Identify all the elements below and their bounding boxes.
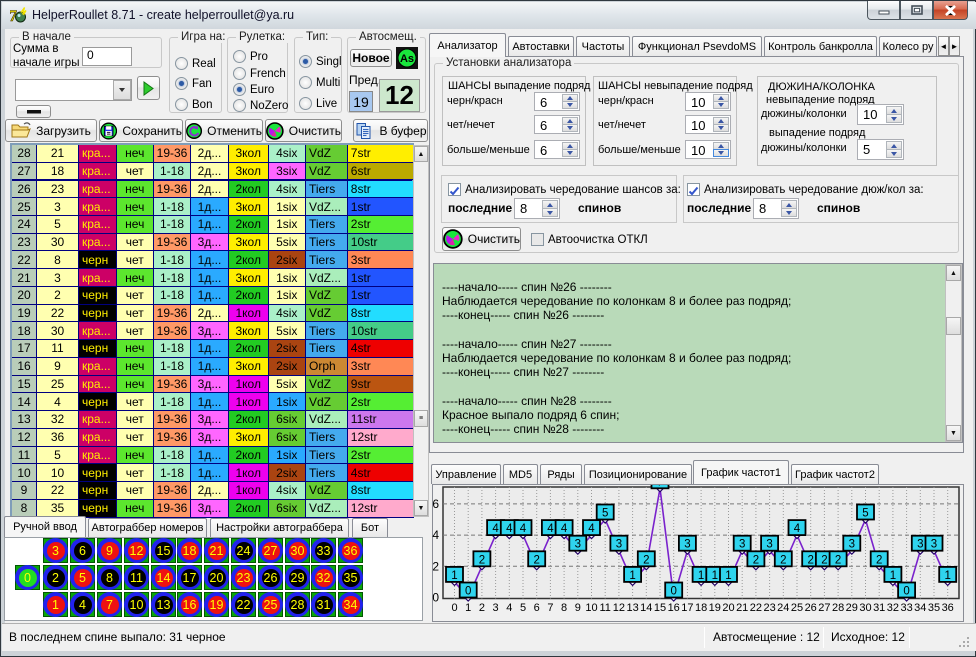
svg-text:3: 3 bbox=[616, 539, 622, 551]
svg-text:29: 29 bbox=[846, 602, 858, 614]
svg-text:6: 6 bbox=[432, 497, 439, 511]
svg-text:4: 4 bbox=[588, 523, 595, 535]
svg-text:23: 23 bbox=[763, 602, 775, 614]
svg-text:1: 1 bbox=[629, 570, 635, 582]
svg-text:3: 3 bbox=[739, 539, 745, 551]
svg-text:0: 0 bbox=[465, 586, 471, 598]
svg-text:4: 4 bbox=[794, 523, 801, 535]
svg-text:1: 1 bbox=[725, 570, 731, 582]
svg-text:2: 2 bbox=[876, 554, 882, 566]
svg-text:0: 0 bbox=[432, 591, 439, 605]
svg-text:10: 10 bbox=[585, 602, 597, 614]
svg-text:15: 15 bbox=[654, 602, 666, 614]
svg-text:27: 27 bbox=[818, 602, 830, 614]
svg-text:9: 9 bbox=[575, 602, 581, 614]
svg-text:3: 3 bbox=[684, 539, 690, 551]
svg-text:24: 24 bbox=[777, 602, 789, 614]
svg-text:1: 1 bbox=[712, 570, 718, 582]
svg-text:4: 4 bbox=[547, 523, 554, 535]
svg-text:5: 5 bbox=[862, 508, 868, 520]
svg-text:5: 5 bbox=[520, 602, 526, 614]
svg-text:2: 2 bbox=[479, 554, 485, 566]
svg-text:2: 2 bbox=[807, 554, 813, 566]
svg-text:7: 7 bbox=[657, 485, 663, 488]
svg-text:3: 3 bbox=[493, 602, 499, 614]
svg-text:18: 18 bbox=[695, 602, 707, 614]
svg-text:35: 35 bbox=[928, 602, 940, 614]
svg-text:1: 1 bbox=[944, 570, 950, 582]
svg-text:8: 8 bbox=[561, 602, 567, 614]
svg-text:2: 2 bbox=[533, 554, 539, 566]
svg-text:4: 4 bbox=[561, 523, 568, 535]
svg-text:3: 3 bbox=[917, 539, 923, 551]
svg-text:1: 1 bbox=[698, 570, 704, 582]
svg-text:2: 2 bbox=[780, 554, 786, 566]
svg-text:3: 3 bbox=[931, 539, 937, 551]
svg-text:11: 11 bbox=[599, 602, 610, 614]
svg-text:14: 14 bbox=[640, 602, 652, 614]
svg-text:2: 2 bbox=[821, 554, 827, 566]
svg-text:4: 4 bbox=[492, 523, 499, 535]
svg-text:26: 26 bbox=[805, 602, 817, 614]
svg-text:21: 21 bbox=[736, 602, 748, 614]
svg-text:19: 19 bbox=[709, 602, 721, 614]
svg-text:20: 20 bbox=[722, 602, 734, 614]
svg-text:28: 28 bbox=[832, 602, 844, 614]
svg-text:13: 13 bbox=[626, 602, 638, 614]
svg-text:22: 22 bbox=[750, 602, 762, 614]
svg-text:As: As bbox=[400, 53, 414, 65]
svg-text:25: 25 bbox=[791, 602, 803, 614]
svg-text:6: 6 bbox=[534, 602, 540, 614]
svg-text:17: 17 bbox=[681, 602, 693, 614]
svg-text:3: 3 bbox=[766, 539, 772, 551]
svg-text:4: 4 bbox=[506, 602, 512, 614]
svg-text:4: 4 bbox=[520, 523, 527, 535]
svg-text:34: 34 bbox=[914, 602, 926, 614]
svg-text:2: 2 bbox=[753, 554, 759, 566]
svg-text:30: 30 bbox=[859, 602, 871, 614]
svg-text:1: 1 bbox=[465, 602, 471, 614]
svg-text:5: 5 bbox=[602, 508, 608, 520]
svg-text:36: 36 bbox=[942, 602, 954, 614]
svg-text:4: 4 bbox=[506, 523, 513, 535]
svg-text:31: 31 bbox=[873, 602, 885, 614]
svg-text:0: 0 bbox=[903, 586, 909, 598]
svg-text:3: 3 bbox=[575, 539, 581, 551]
svg-text:0: 0 bbox=[670, 586, 676, 598]
svg-text:0: 0 bbox=[451, 602, 457, 614]
svg-text:3: 3 bbox=[849, 539, 855, 551]
svg-text:1: 1 bbox=[890, 570, 896, 582]
svg-text:12: 12 bbox=[613, 602, 625, 614]
svg-text:2: 2 bbox=[432, 559, 439, 573]
svg-text:2: 2 bbox=[835, 554, 841, 566]
svg-text:16: 16 bbox=[668, 602, 680, 614]
svg-text:1: 1 bbox=[451, 570, 457, 582]
svg-text:7: 7 bbox=[547, 602, 553, 614]
svg-text:32: 32 bbox=[887, 602, 899, 614]
svg-text:33: 33 bbox=[900, 602, 912, 614]
svg-text:2: 2 bbox=[479, 602, 485, 614]
svg-text:4: 4 bbox=[432, 528, 439, 542]
svg-text:2: 2 bbox=[643, 554, 649, 566]
